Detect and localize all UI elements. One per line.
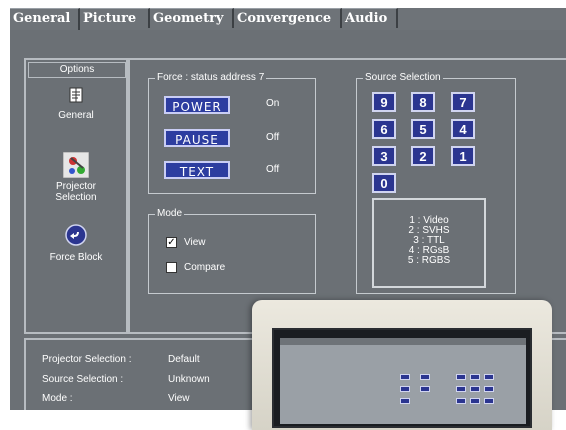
- view-checkbox-label[interactable]: View: [184, 237, 206, 248]
- status-key: Source Selection :: [42, 374, 124, 385]
- source-key-9[interactable]: 9: [372, 92, 396, 112]
- compare-checkbox[interactable]: [166, 262, 177, 273]
- sidebar-item-force-block[interactable]: Force Block: [26, 224, 126, 263]
- source-key-6[interactable]: 6: [372, 119, 396, 139]
- screen-button: [400, 374, 410, 380]
- tab-audio[interactable]: Audio: [342, 8, 398, 28]
- tab-geometry[interactable]: Geometry: [150, 8, 234, 28]
- general-icon: [67, 86, 85, 104]
- screen-button: [484, 374, 494, 380]
- pause-state: Off: [266, 132, 280, 143]
- screen-button: [470, 398, 480, 404]
- source-selection-title: Source Selection: [363, 72, 443, 83]
- sidebar-item-projector-selection[interactable]: Projector Selection: [26, 151, 126, 203]
- screen-button: [456, 398, 466, 404]
- status-key: Projector Selection :: [42, 354, 132, 365]
- force-block-icon: [65, 224, 87, 246]
- screen-button: [484, 398, 494, 404]
- status-value: View: [168, 393, 190, 404]
- status-value: Unknown: [168, 374, 210, 385]
- text-button[interactable]: TEXT: [164, 161, 230, 179]
- compare-checkbox-label[interactable]: Compare: [184, 262, 225, 273]
- source-key-5[interactable]: 5: [411, 119, 435, 139]
- source-key-1[interactable]: 1: [451, 146, 475, 166]
- sidebar-item-general[interactable]: General: [26, 86, 126, 121]
- status-value: Default: [168, 354, 200, 365]
- pause-button[interactable]: PAUSE: [164, 129, 230, 147]
- screen-content: [280, 338, 526, 424]
- tab-convergence[interactable]: Convergence: [234, 8, 342, 28]
- mode-group: Mode: [148, 208, 316, 294]
- screen-button: [456, 374, 466, 380]
- power-button[interactable]: POWER: [164, 96, 230, 114]
- monitor-screen: [272, 328, 532, 428]
- options-sidebar: Options General Projector Selection Forc…: [24, 58, 128, 334]
- sidebar-item-label: Force Block: [49, 252, 103, 263]
- screen-button: [400, 386, 410, 392]
- tab-picture[interactable]: Picture: [80, 8, 150, 28]
- view-checkbox[interactable]: ✓: [166, 237, 177, 248]
- monitor-photo: [252, 300, 552, 430]
- source-key-4[interactable]: 4: [451, 119, 475, 139]
- source-key-3[interactable]: 3: [372, 146, 396, 166]
- tab-general[interactable]: General: [10, 8, 80, 30]
- tab-bar: General Picture Geometry Convergence Aud…: [10, 8, 566, 32]
- text-state: Off: [266, 164, 280, 175]
- screen-button: [420, 386, 430, 392]
- legend-item: 5 : RGBS: [407, 255, 451, 266]
- screen-button: [400, 398, 410, 404]
- options-title: Options: [28, 62, 126, 78]
- screen-button: [470, 374, 480, 380]
- sidebar-item-label: General: [58, 110, 94, 121]
- power-state: On: [266, 98, 280, 109]
- screen-button: [484, 386, 494, 392]
- screen-tabbar: [280, 338, 526, 345]
- source-key-8[interactable]: 8: [411, 92, 435, 112]
- sidebar-item-label: Projector Selection: [55, 181, 97, 203]
- source-key-7[interactable]: 7: [451, 92, 475, 112]
- source-legend: 1 : Video 2 : SVHS 3 : TTL 4 : RGsB 5 : …: [372, 198, 486, 288]
- source-key-2[interactable]: 2: [411, 146, 435, 166]
- mode-group-title: Mode: [155, 208, 185, 219]
- force-group-title: Force : status address 7: [155, 72, 267, 83]
- status-key: Mode :: [42, 393, 73, 404]
- source-key-0[interactable]: 0: [372, 173, 396, 193]
- screen-button: [470, 386, 480, 392]
- screen-button: [420, 374, 430, 380]
- projector-selection-icon: [62, 151, 90, 179]
- screen-button: [456, 386, 466, 392]
